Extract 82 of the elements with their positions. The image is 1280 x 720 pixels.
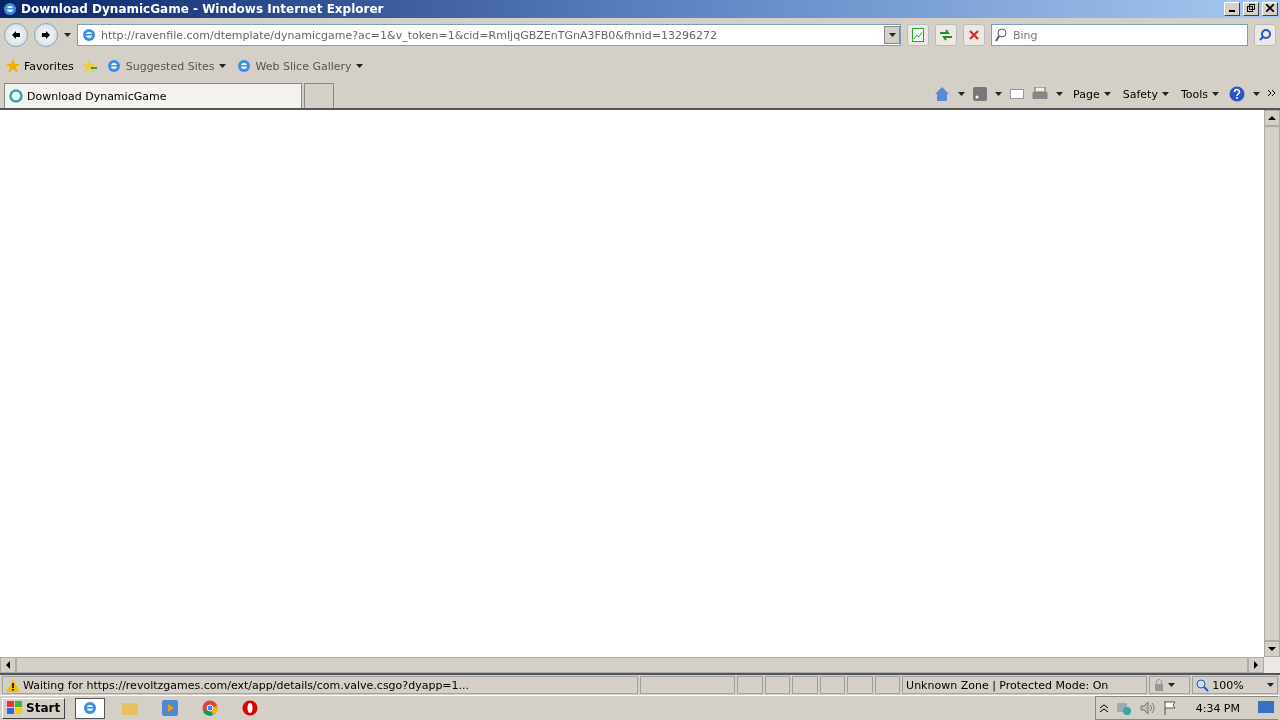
stop-button[interactable] — [963, 24, 985, 46]
ie-icon — [81, 27, 97, 43]
menu-button[interactable]: Page — [1071, 85, 1113, 103]
arrow-right-icon — [1252, 661, 1260, 669]
status-pane — [819, 676, 846, 694]
horizontal-scrollbar[interactable] — [0, 657, 1280, 675]
scroll-down-button[interactable] — [1264, 641, 1280, 657]
chevron-up-icon[interactable] — [1099, 704, 1108, 712]
minimize-button[interactable] — [1224, 2, 1240, 16]
arrow-right-icon — [42, 31, 50, 39]
status-pane — [764, 676, 791, 694]
play-icon — [162, 700, 179, 716]
menu-button[interactable]: Tools — [1178, 85, 1221, 103]
scroll-left-button[interactable] — [0, 657, 16, 673]
caret-icon — [1056, 92, 1064, 96]
vertical-scrollbar[interactable] — [1264, 110, 1280, 657]
back-button[interactable] — [4, 23, 28, 47]
browser-tab[interactable]: Download DynamicGame — [4, 83, 302, 108]
arrow-left-icon — [12, 31, 20, 39]
search-icon — [1259, 29, 1271, 41]
scroll-up-button[interactable] — [1264, 110, 1280, 126]
caret-icon — [1212, 92, 1219, 96]
warning-icon — [6, 678, 20, 692]
opera-icon — [242, 700, 259, 716]
status-pane — [847, 676, 873, 694]
close-button[interactable] — [1262, 2, 1278, 16]
page-icon — [912, 28, 924, 42]
arrow-left-icon — [4, 661, 12, 669]
caret-icon — [355, 64, 363, 68]
chrome-icon — [202, 700, 219, 716]
mail-icon[interactable] — [1010, 89, 1025, 99]
menu-button[interactable]: Safety — [1120, 85, 1171, 103]
favorites-link[interactable]: Suggested Sites — [103, 56, 228, 76]
chevron-icon[interactable] — [1268, 90, 1276, 98]
ie-icon — [105, 58, 122, 74]
window-title: Download DynamicGame - Windows Internet Explorer — [21, 2, 385, 16]
restore-icon — [1247, 4, 1255, 12]
status-message: Waiting for https://revoltzgames.com/ext/app/details/com.valve.csgo?dyapp=1... — [23, 678, 470, 692]
scroll-right-button[interactable] — [1248, 657, 1264, 673]
ie-icon — [2, 1, 18, 17]
status-pane — [874, 676, 901, 694]
status-pane — [792, 676, 818, 694]
caret-icon — [995, 92, 1003, 96]
caret-icon — [958, 92, 966, 96]
flag-icon[interactable] — [1163, 701, 1178, 715]
close-icon — [969, 30, 979, 40]
caret-icon — [1103, 92, 1111, 96]
refresh-button[interactable] — [935, 24, 957, 46]
forward-button[interactable] — [34, 23, 58, 47]
restore-button[interactable] — [1243, 2, 1259, 16]
zone-status: Unknown Zone | Protected Mode: On — [906, 678, 1109, 692]
favorites-link[interactable]: Web Slice Gallery — [233, 56, 365, 76]
search-icon — [995, 28, 1007, 42]
caret-icon — [1266, 683, 1274, 687]
caret-icon — [888, 33, 896, 37]
favorites-button[interactable]: Favorites — [4, 57, 76, 75]
compatibility-button[interactable] — [907, 24, 929, 46]
dropdown-button[interactable] — [884, 26, 900, 44]
windows-logo-icon — [7, 701, 23, 715]
refresh-icon — [939, 29, 953, 41]
zoom-icon — [1196, 678, 1210, 692]
address-field[interactable]: http://ravenfile.com/dtemplate/dynamicgame?ac=1&v_token=1&cid=RmIjqGBZEnTGnA3FB0&fhnid=13296272 — [77, 24, 901, 46]
help-icon[interactable] — [1229, 86, 1245, 102]
taskbar-button[interactable] — [75, 697, 106, 719]
ie-icon — [82, 700, 99, 716]
caret-icon — [64, 33, 71, 37]
speaker-icon[interactable] — [1139, 701, 1156, 715]
arrow-up-icon — [1268, 114, 1276, 122]
loading-icon — [9, 89, 23, 103]
arrow-down-icon — [1268, 645, 1276, 653]
search-field[interactable]: Bing — [991, 24, 1248, 46]
search-button[interactable] — [1254, 24, 1276, 46]
star-icon — [6, 59, 20, 73]
close-icon — [1266, 4, 1274, 12]
start-button[interactable]: Start — [2, 697, 66, 719]
caret-icon — [1253, 92, 1260, 96]
caret-icon — [218, 64, 226, 68]
clock[interactable]: 4:34 PM — [1185, 701, 1250, 715]
ie-icon — [235, 58, 252, 74]
caret-icon — [1161, 92, 1169, 96]
printer-icon[interactable] — [1032, 87, 1049, 101]
caret-icon — [1168, 683, 1176, 687]
